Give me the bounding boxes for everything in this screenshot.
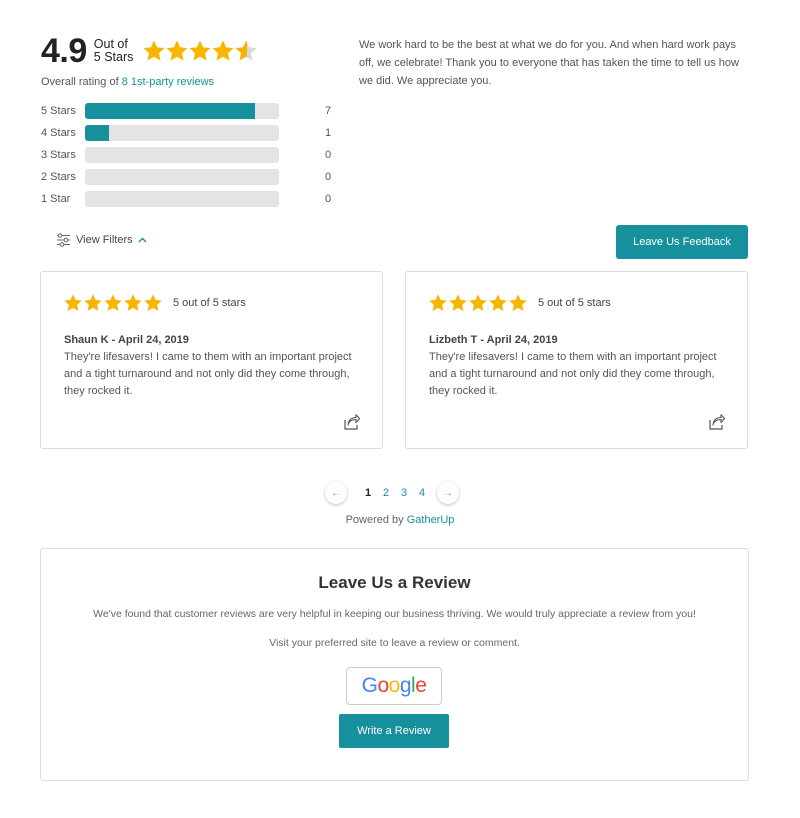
review-rating-text: 5 out of 5 stars [173,297,246,309]
rating-summary: 4.9 Out of 5 Stars Overall rating of 8 1… [41,34,341,88]
breakdown-row[interactable]: 3 Stars 0 [41,144,341,166]
star-icon [124,294,142,311]
next-page-button[interactable]: → [437,482,459,504]
overall-rating-text: Overall rating of 8 1st-party reviews [41,76,341,88]
review-body: They're lifesavers! I came to them with … [64,351,352,397]
leave-review-description: We've found that customer reviews are ve… [93,608,696,620]
star-icon [509,294,527,311]
breakdown-bar-track [85,191,279,207]
star-icon [189,40,211,61]
breakdown-row[interactable]: 5 Stars 7 [41,100,341,122]
review-stars [428,293,528,313]
intro-text: We work hard to be the best at what we d… [359,39,739,87]
star-icon [469,294,487,311]
breakdown-count: 0 [324,193,332,205]
review-rating-text: 5 out of 5 stars [538,297,611,309]
breakdown-count: 0 [324,149,332,161]
reviews-count-link[interactable]: 8 1st-party reviews [122,76,214,88]
review-rating: 5 out of 5 stars [428,293,611,313]
leave-feedback-button[interactable]: Leave Us Feedback [616,225,748,259]
breakdown-label: 2 Stars [41,171,76,183]
write-review-button[interactable]: Write a Review [339,714,449,748]
star-icon [144,294,162,311]
leave-review-title: Leave Us a Review [318,573,471,592]
review-rating: 5 out of 5 stars [63,293,246,313]
view-filters-label: View Filters [76,234,133,246]
gatherup-link[interactable]: GatherUp [407,514,455,526]
google-logo: Google [361,674,427,697]
breakdown-bar-track [85,147,279,163]
breakdown-row[interactable]: 2 Stars 0 [41,166,341,188]
review-card: 5 out of 5 stars Lizbeth T - April 24, 2… [405,271,748,449]
overall-prefix: Overall rating of [41,76,122,88]
breakdown-row[interactable]: 4 Stars 1 [41,122,341,144]
review-author-date: Shaun K - April 24, 2019 [64,334,189,346]
share-icon[interactable] [708,414,725,430]
star-icon [489,294,507,311]
view-filters-toggle[interactable]: View Filters [56,233,147,247]
leave-review-panel: Leave Us a Review We've found that custo… [40,548,749,781]
breakdown-label: 4 Stars [41,127,76,139]
star-icon [449,294,467,311]
page-link-2[interactable]: 2 [381,487,391,499]
review-author-date: Lizbeth T - April 24, 2019 [429,334,558,346]
out-of-label: Out of 5 Stars [93,37,134,64]
page-numbers: 1 2 3 4 [359,487,431,499]
breakdown-bar-track [85,169,279,185]
google-review-button[interactable]: Google [346,667,442,705]
page-link-4[interactable]: 4 [417,487,427,499]
chevron-up-icon [138,237,147,242]
star-icon [64,294,82,311]
breakdown-count: 1 [324,127,332,139]
breakdown-label: 5 Stars [41,105,76,117]
rating-breakdown: 5 Stars 7 4 Stars 1 3 Stars 0 2 Stars 0 1 Star 0 [41,100,341,210]
star-icon [235,40,257,61]
breakdown-label: 1 Star [41,193,71,205]
breakdown-row[interactable]: 1 Star 0 [41,188,341,210]
share-icon[interactable] [343,414,360,430]
breakdown-bar-fill [85,125,110,141]
review-card: 5 out of 5 stars Shaun K - April 24, 201… [40,271,383,449]
breakdown-count: 7 [324,105,332,117]
page-link-1[interactable]: 1 [363,487,373,499]
average-stars [142,39,257,63]
page-link-3[interactable]: 3 [399,487,409,499]
review-stars [63,293,163,313]
breakdown-bar-track [85,103,279,119]
leave-review-instructions: Visit your preferred site to leave a rev… [269,637,520,649]
star-icon [104,294,122,311]
average-score: 4.9 [41,32,87,70]
review-body: They're lifesavers! I came to them with … [429,351,717,397]
breakdown-label: 3 Stars [41,149,76,161]
breakdown-count: 0 [324,171,332,183]
star-icon [143,40,165,61]
prev-page-button[interactable]: ← [325,482,347,504]
sliders-icon [57,233,70,247]
star-icon [212,40,234,61]
star-icon [84,294,102,311]
breakdown-bar-track [85,125,279,141]
powered-by-prefix: Powered by [345,514,407,526]
powered-by: Powered by GatherUp [0,514,800,526]
score-row: 4.9 Out of 5 Stars [41,34,341,68]
pagination: ← 1 2 3 4 → [325,482,459,504]
breakdown-bar-fill [85,103,255,119]
star-icon [166,40,188,61]
star-icon [429,294,447,311]
